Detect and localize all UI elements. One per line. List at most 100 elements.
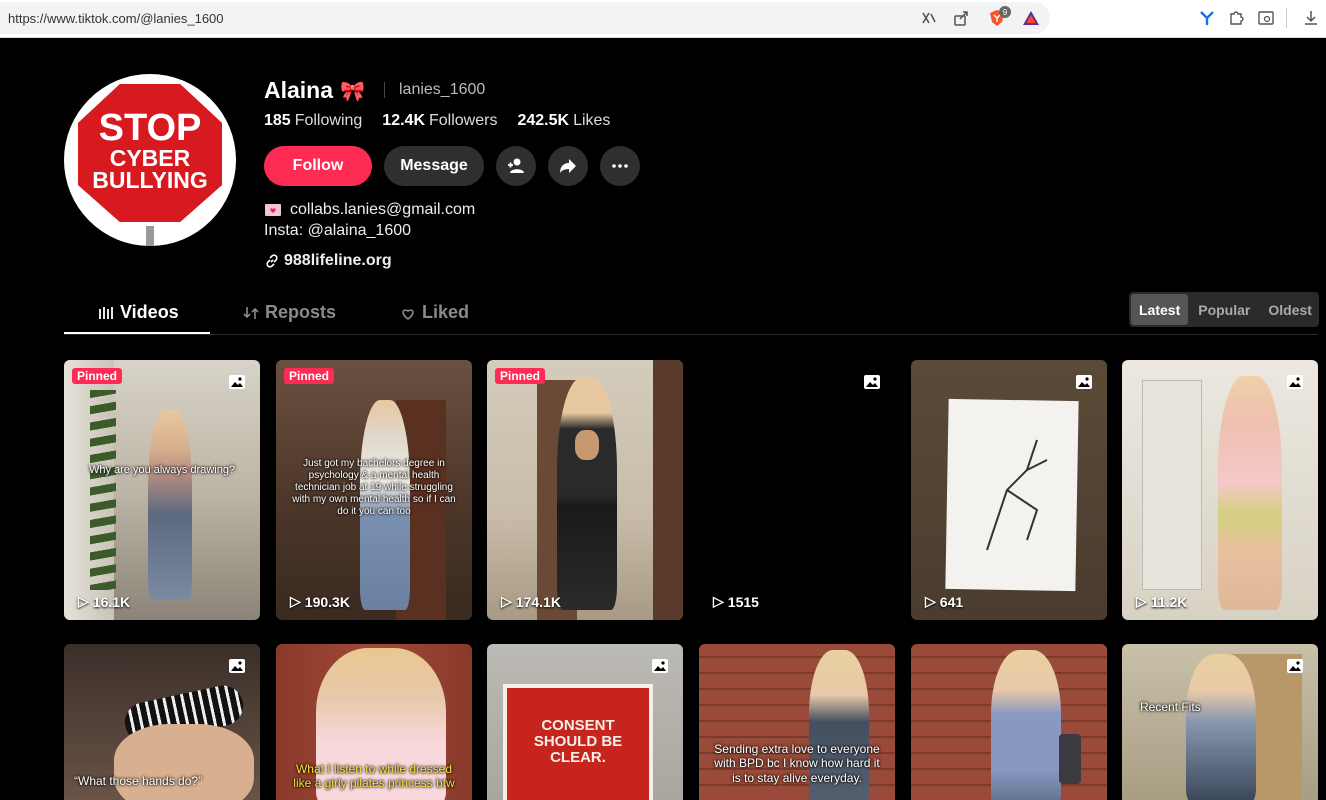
tab-videos[interactable]: Videos bbox=[98, 302, 179, 323]
message-button[interactable]: Message bbox=[384, 146, 484, 186]
bio-insta: Insta: @alaina_1600 bbox=[264, 222, 412, 239]
video-card[interactable]: What I listen to while dressed like a gi… bbox=[276, 644, 472, 800]
video-caption: Just got my bachelors degree in psycholo… bbox=[292, 458, 456, 517]
sort-popular[interactable]: Popular bbox=[1190, 294, 1258, 325]
view-count: ▷ 11.2K bbox=[1136, 593, 1187, 610]
repost-icon bbox=[243, 306, 259, 319]
more-dots-icon bbox=[612, 164, 628, 168]
bio-link-text[interactable]: 988lifeline.org bbox=[284, 252, 392, 270]
following-count: 185 bbox=[264, 112, 291, 129]
play-icon: ▷ bbox=[713, 593, 724, 609]
person-figure bbox=[1218, 376, 1282, 610]
likes-count: 242.5K bbox=[517, 112, 570, 129]
bio-link[interactable]: 988lifeline.org bbox=[264, 252, 392, 270]
door-frame bbox=[653, 360, 683, 620]
browser-toolbar: https://www.tiktok.com/@lanies_1600 9 bbox=[0, 0, 1326, 38]
sort-toggle: Latest Popular Oldest bbox=[1129, 292, 1319, 327]
name-separator bbox=[384, 82, 385, 98]
following-stat[interactable]: 185 Following bbox=[264, 112, 362, 130]
share-arrow-icon bbox=[560, 159, 576, 173]
video-card[interactable]: “What those hands do?” bbox=[64, 644, 260, 800]
video-caption: Sending extra love to everyone with BPD … bbox=[714, 742, 880, 785]
photo-icon bbox=[652, 659, 668, 673]
photo-icon bbox=[229, 659, 245, 673]
wallet-extension-icon[interactable] bbox=[1198, 9, 1216, 27]
share-icon[interactable] bbox=[952, 9, 970, 27]
video-card[interactable]: ▷ 641 bbox=[911, 360, 1107, 620]
video-card[interactable]: CONSENT SHOULD BE CLEAR. bbox=[487, 644, 683, 800]
pinned-badge: Pinned bbox=[72, 368, 123, 384]
view-count-value: 641 bbox=[939, 593, 964, 610]
link-icon bbox=[266, 254, 278, 268]
vine-decoration bbox=[90, 390, 116, 590]
reader-mode-icon[interactable] bbox=[1257, 9, 1275, 27]
brave-badge: 9 bbox=[999, 6, 1011, 18]
fridge-background bbox=[1142, 380, 1202, 590]
video-card[interactable]: Pinned Just got my bachelors degree in p… bbox=[276, 360, 472, 620]
video-caption: Recent Fits bbox=[1140, 700, 1201, 714]
play-icon: ▷ bbox=[1136, 593, 1147, 609]
toolbar-divider bbox=[1286, 8, 1287, 28]
tabs-divider bbox=[64, 334, 1318, 335]
bird-sketch bbox=[986, 439, 1048, 551]
view-count: ▷ 190.3K bbox=[290, 593, 350, 610]
more-options-button[interactable] bbox=[600, 146, 640, 186]
profile-avatar[interactable]: STOP CYBER BULLYING bbox=[64, 74, 236, 246]
followers-stat[interactable]: 12.4K Followers bbox=[382, 112, 497, 130]
stop-sign-image: STOP CYBER BULLYING bbox=[74, 80, 226, 246]
bio-email: collabs.lanies@gmail.com bbox=[290, 201, 476, 218]
photo-icon bbox=[229, 375, 245, 389]
video-card[interactable]: Pinned ▷ 174.1K bbox=[487, 360, 683, 620]
consent-poster-text: CONSENT SHOULD BE CLEAR. bbox=[533, 717, 623, 766]
view-count-value: 16.1K bbox=[92, 593, 131, 610]
pinned-badge: Pinned bbox=[495, 368, 546, 384]
face-closeup bbox=[114, 724, 254, 800]
play-icon: ▷ bbox=[78, 593, 89, 609]
tab-liked[interactable]: Liked bbox=[400, 302, 469, 323]
video-card[interactable]: Pinned Why are you always drawing? ▷ 16.1… bbox=[64, 360, 260, 620]
photo-icon bbox=[1287, 659, 1303, 673]
download-icon[interactable] bbox=[1302, 9, 1320, 27]
sort-latest[interactable]: Latest bbox=[1131, 294, 1189, 325]
teddy-bear-print bbox=[575, 430, 599, 460]
follow-button[interactable]: Follow bbox=[264, 146, 372, 186]
view-count-value: 174.1K bbox=[515, 593, 561, 610]
brave-rewards-icon[interactable] bbox=[1022, 9, 1040, 27]
video-caption: “What those hands do?” bbox=[74, 774, 203, 788]
likes-stat: 242.5K Likes bbox=[517, 112, 610, 130]
view-count-value: 11.2K bbox=[1150, 593, 1188, 610]
sort-oldest[interactable]: Oldest bbox=[1260, 294, 1320, 325]
play-icon: ▷ bbox=[501, 593, 512, 609]
profile-stats: 185 Following 12.4K Followers 242.5K Likes bbox=[264, 112, 610, 130]
ribbon-bow-icon: 🎀 bbox=[340, 81, 365, 103]
url-text[interactable]: https://www.tiktok.com/@lanies_1600 bbox=[8, 11, 224, 26]
view-count: ▷ 641 bbox=[925, 593, 963, 610]
handbag bbox=[1059, 734, 1081, 784]
tab-liked-label: Liked bbox=[422, 302, 470, 322]
username: lanies_1600 bbox=[399, 81, 486, 98]
play-icon: ▷ bbox=[925, 593, 936, 609]
video-card[interactable]: ▷ 11.2K bbox=[1122, 360, 1318, 620]
address-bar[interactable]: https://www.tiktok.com/@lanies_1600 bbox=[0, 2, 1050, 34]
bio-email-line: collabs.lanies@gmail.com bbox=[264, 201, 475, 219]
video-card[interactable] bbox=[911, 644, 1107, 800]
person-figure bbox=[1186, 654, 1256, 800]
extensions-puzzle-icon[interactable] bbox=[1227, 9, 1245, 27]
translate-icon[interactable] bbox=[920, 9, 938, 27]
likes-label: Likes bbox=[573, 112, 611, 129]
photo-icon bbox=[1287, 375, 1303, 389]
videos-grid-icon bbox=[99, 306, 113, 319]
followers-label: Followers bbox=[429, 112, 498, 129]
suggested-accounts-button[interactable] bbox=[496, 146, 536, 186]
love-letter-icon bbox=[265, 204, 281, 216]
photo-icon bbox=[864, 375, 880, 389]
video-card[interactable]: Sending extra love to everyone with BPD … bbox=[699, 644, 895, 800]
play-icon: ▷ bbox=[290, 593, 301, 609]
tab-reposts[interactable]: Reposts bbox=[243, 302, 336, 323]
video-card[interactable]: Recent Fits bbox=[1122, 644, 1318, 800]
followers-count: 12.4K bbox=[382, 112, 425, 129]
avatar-text-bullying: BULLYING bbox=[92, 167, 207, 193]
video-caption: Why are you always drawing? bbox=[88, 464, 236, 476]
share-profile-button[interactable] bbox=[548, 146, 588, 186]
video-card[interactable]: ▷ 1515 bbox=[699, 360, 895, 620]
